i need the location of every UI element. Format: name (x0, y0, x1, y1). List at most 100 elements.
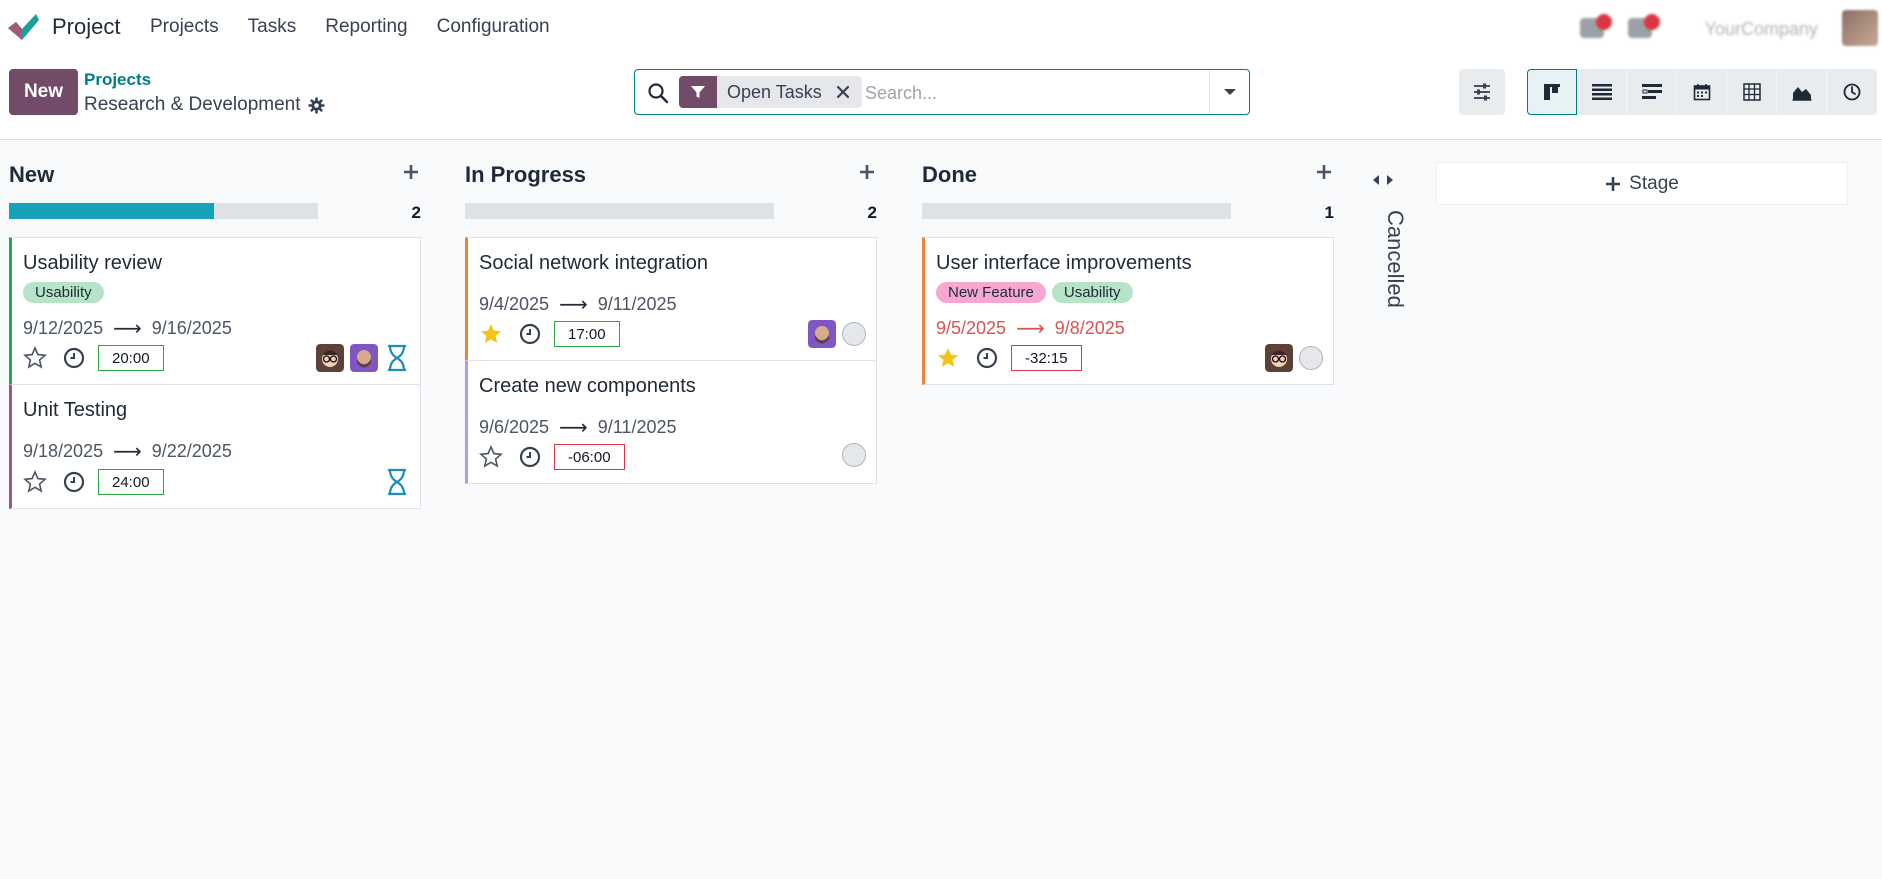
column-add-icon[interactable] (857, 162, 877, 182)
caret-left-icon (1373, 175, 1379, 185)
view-graph-button[interactable] (1777, 69, 1827, 115)
activity-clock-icon[interactable] (976, 347, 998, 369)
activity-clock-icon[interactable] (519, 323, 541, 345)
column-progress-bar[interactable] (465, 203, 774, 219)
task-dates: 9/18/2025 ⟶ 9/22/2025 (23, 439, 232, 464)
card-assignees (316, 344, 410, 372)
avatar-beard[interactable] (350, 344, 378, 372)
card-footer: 20:00 (23, 345, 164, 371)
new-button[interactable]: New (9, 69, 78, 115)
caret-right-icon (1387, 175, 1393, 185)
messages-icon[interactable] (1580, 14, 1612, 38)
breadcrumb-projects[interactable]: Projects (84, 70, 151, 90)
menu-reporting[interactable]: Reporting (325, 16, 407, 38)
task-card[interactable]: Usability review Usability 9/12/2025 ⟶ 9… (9, 237, 421, 385)
hourglass-icon[interactable] (384, 468, 410, 496)
user-avatar[interactable] (1842, 10, 1878, 46)
card-assignees (384, 468, 410, 496)
view-gantt-button[interactable] (1627, 69, 1677, 115)
column-progress-bar[interactable] (922, 203, 1231, 219)
allocated-time: -32:15 (1011, 345, 1082, 371)
facet-remove-icon[interactable] (831, 76, 862, 108)
activity-clock-icon[interactable] (519, 446, 541, 468)
star-filled-icon[interactable] (479, 322, 503, 346)
task-title: Create new components (479, 375, 696, 397)
card-footer: 24:00 (23, 469, 164, 495)
star-filled-icon[interactable] (936, 346, 960, 370)
hourglass-icon[interactable] (384, 344, 410, 372)
folded-column-cancelled[interactable]: Cancelled (1366, 170, 1408, 330)
star-outline-icon[interactable] (479, 445, 503, 469)
start-date: 9/18/2025 (23, 441, 104, 461)
display-settings-button[interactable] (1459, 69, 1505, 115)
column-add-icon[interactable] (401, 162, 421, 182)
task-card[interactable]: Create new components 9/6/2025 ⟶ 9/11/20… (465, 360, 877, 484)
tag-usability: Usability (1051, 282, 1133, 303)
end-date: 9/16/2025 (151, 318, 232, 338)
add-stage-button[interactable]: Stage (1436, 162, 1848, 205)
activity-clock-icon[interactable] (63, 471, 85, 493)
view-calendar-button[interactable] (1677, 69, 1727, 115)
task-dates: 9/12/2025 ⟶ 9/16/2025 (23, 316, 232, 341)
search-options-toggle[interactable] (1209, 70, 1249, 114)
search-facet: Open Tasks (679, 76, 862, 108)
task-title: Social network integration (479, 252, 709, 274)
gear-icon[interactable] (308, 97, 325, 114)
task-card[interactable]: Social network integration 9/4/2025 ⟶ 9/… (465, 237, 877, 361)
menu-projects[interactable]: Projects (150, 16, 219, 38)
company-switcher[interactable]: YourCompany (1705, 19, 1818, 40)
star-outline-icon[interactable] (23, 346, 47, 370)
task-dates: 9/5/2025 ⟶ 9/8/2025 (936, 316, 1125, 341)
allocated-time: -06:00 (554, 444, 625, 470)
systray: YourCompany (1562, 8, 1882, 48)
column-title[interactable]: In Progress (465, 162, 586, 188)
view-list-button[interactable] (1577, 69, 1627, 115)
activities-icon[interactable] (1628, 14, 1660, 38)
view-kanban-button[interactable] (1527, 69, 1577, 115)
start-date: 9/5/2025 (936, 318, 1007, 338)
kanban-state-circle[interactable] (1299, 346, 1323, 370)
card-assignees (842, 443, 866, 467)
filter-icon (679, 76, 717, 108)
task-tags: New Feature Usability (936, 282, 1133, 303)
task-dates: 9/4/2025 ⟶ 9/11/2025 (479, 292, 677, 317)
task-title: User interface improvements (936, 252, 1192, 274)
app-name[interactable]: Project (52, 14, 120, 40)
star-outline-icon[interactable] (23, 470, 47, 494)
calendar-icon (1693, 84, 1710, 101)
search-input[interactable] (865, 78, 1195, 108)
card-footer: -06:00 (479, 444, 625, 470)
list-icon (1591, 84, 1612, 100)
avatar-glasses[interactable] (1265, 344, 1293, 372)
column-add-icon[interactable] (1314, 162, 1334, 182)
column-cards: User interface improvements New Feature … (922, 237, 1334, 385)
arrow-right-icon: ⟶ (1016, 318, 1045, 340)
card-footer: -32:15 (936, 345, 1082, 371)
view-activity-button[interactable] (1827, 69, 1877, 115)
progress-fill (9, 203, 215, 219)
column-progress-bar[interactable] (9, 203, 318, 219)
column-title[interactable]: Done (922, 162, 977, 188)
view-pivot-button[interactable] (1727, 69, 1777, 115)
arrow-right-icon: ⟶ (559, 417, 588, 439)
activity-clock-icon[interactable] (63, 347, 85, 369)
task-card[interactable]: Unit Testing 9/18/2025 ⟶ 9/22/2025 24:00 (9, 384, 421, 509)
column-title[interactable]: New (9, 162, 54, 188)
fold-arrows (1372, 174, 1394, 186)
area-chart-icon (1792, 87, 1811, 101)
task-card[interactable]: User interface improvements New Feature … (922, 237, 1334, 385)
search-icon (648, 83, 669, 104)
tag-usability: Usability (23, 282, 104, 303)
avatar-beard[interactable] (808, 320, 836, 348)
kanban-state-circle[interactable] (842, 322, 866, 346)
folded-column-title: Cancelled (1383, 210, 1408, 308)
column-cards: Usability review Usability 9/12/2025 ⟶ 9… (9, 237, 421, 509)
column-cards: Social network integration 9/4/2025 ⟶ 9/… (465, 237, 877, 484)
menu-tasks[interactable]: Tasks (248, 16, 297, 38)
menu-configuration[interactable]: Configuration (437, 16, 550, 38)
avatar-glasses[interactable] (316, 344, 344, 372)
project-logo-icon[interactable] (6, 12, 40, 42)
allocated-time: 17:00 (554, 321, 620, 347)
end-date: 9/11/2025 (597, 294, 677, 314)
kanban-state-circle[interactable] (842, 443, 866, 467)
